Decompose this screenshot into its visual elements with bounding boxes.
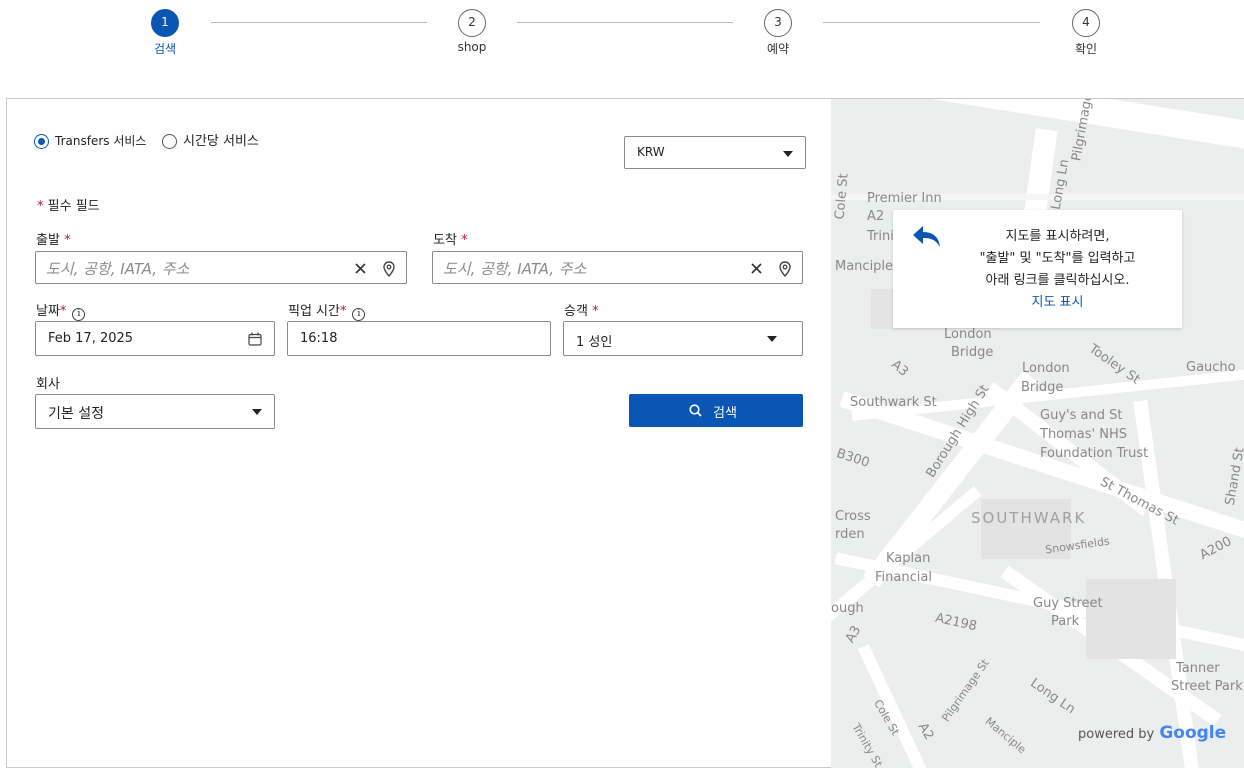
map-label: A200 — [1197, 533, 1235, 564]
map-label: Kaplan — [886, 551, 931, 566]
step-label: 검색 — [153, 42, 177, 56]
step-shop: 2 shop — [432, 9, 512, 54]
map-label: A3 — [888, 357, 911, 380]
map-label: ough — [831, 601, 864, 616]
step-connector — [823, 22, 1040, 23]
search-button-label: 검색 — [713, 406, 737, 421]
map-label: A2 — [914, 720, 937, 743]
origin-placeholder: 도시, 공항, IATA, 주소 — [46, 260, 190, 278]
step-number: 2 — [458, 9, 486, 37]
company-value: 기본 설정 — [48, 406, 104, 422]
google-logo: Google — [1159, 723, 1227, 743]
step-booking: 3 예약 — [738, 9, 818, 57]
step-number: 3 — [764, 9, 792, 37]
map-label: SOUTHWARK — [971, 509, 1087, 527]
step-connector — [517, 22, 733, 23]
info-icon[interactable]: i — [72, 308, 86, 321]
search-form-panel: Transfers 서비스 시간당 서비스 KRW * 필수 필드 출발 * 도… — [6, 98, 832, 768]
progress-stepper: 1 검색 2 shop 3 예약 4 확인 — [0, 0, 1244, 70]
step-label: 예약 — [766, 42, 790, 56]
location-pin-icon[interactable] — [383, 261, 395, 277]
map-label: Cole St — [832, 172, 852, 221]
map-label: Guy Street — [1033, 596, 1103, 611]
origin-label: 출발 * — [36, 233, 71, 248]
map-label: rden — [835, 527, 865, 542]
show-map-link[interactable]: 지도 표시 — [933, 291, 1182, 310]
map-label: Park — [1051, 614, 1080, 629]
passengers-value: 1 성인 — [576, 335, 613, 350]
map-label: Trinity St — [849, 721, 885, 768]
map-label: Southwark St — [850, 395, 937, 410]
map-label: Financial — [875, 570, 932, 585]
required-asterisk: * — [37, 199, 44, 214]
map-label: Cross — [835, 509, 871, 524]
map-label: Gaucho — [1186, 360, 1236, 375]
pickup-time-input[interactable]: 16:18 — [287, 321, 551, 356]
chevron-down-icon — [783, 151, 793, 157]
chevron-down-icon — [767, 336, 777, 342]
powered-by-google: powered by Google — [1078, 723, 1227, 743]
map-info-card: 지도를 표시하려면, "출발" 및 "도착"를 입력하고 아래 링크를 클릭하십… — [893, 210, 1182, 328]
map-label: London — [944, 327, 992, 342]
map-label: Manciple — [982, 714, 1029, 757]
map-message: 지도를 표시하려면, "출발" 및 "도착"를 입력하고 아래 링크를 클릭하십… — [893, 225, 1182, 310]
hourly-radio[interactable] — [162, 134, 177, 149]
step-number: 1 — [151, 9, 179, 37]
step-label: 확인 — [1074, 42, 1098, 56]
map-label: Bridge — [951, 345, 994, 360]
map-label: A2198 — [933, 610, 979, 635]
map-label: Thomas' NHS — [1040, 427, 1127, 442]
search-button[interactable]: 검색 — [629, 394, 803, 427]
destination-label: 도착 * — [433, 233, 468, 248]
map-label: London — [1022, 361, 1070, 376]
map-label: Foundation Trust — [1040, 446, 1149, 461]
passengers-select[interactable]: 1 성인 — [563, 321, 803, 356]
date-input[interactable]: Feb 17, 2025 — [35, 321, 275, 356]
map-label: Street Park — [1171, 679, 1243, 694]
step-label: shop — [457, 40, 487, 54]
map-label: B300 — [834, 446, 872, 471]
map-label: Long Ln — [1027, 675, 1078, 718]
clear-icon[interactable] — [355, 263, 366, 274]
map-label: Bridge — [1021, 380, 1064, 395]
map-label: Tanner — [1176, 661, 1220, 676]
step-number: 4 — [1072, 9, 1100, 37]
map-label: Manciple — [835, 259, 894, 274]
search-icon — [689, 404, 702, 417]
origin-input[interactable]: 도시, 공항, IATA, 주소 — [35, 251, 407, 284]
map-panel[interactable]: Premier Inn A2 Trinity St Manciple Cole … — [831, 98, 1244, 768]
chevron-down-icon — [252, 409, 262, 415]
currency-value: KRW — [637, 145, 665, 159]
step-confirm: 4 확인 — [1046, 9, 1126, 57]
step-search: 1 검색 — [125, 9, 205, 57]
map-label: Tooley St — [1085, 341, 1143, 388]
destination-input[interactable]: 도시, 공항, IATA, 주소 — [432, 251, 803, 284]
date-value: Feb 17, 2025 — [48, 331, 134, 346]
required-note: * 필수 필드 — [37, 199, 100, 214]
transfers-radio[interactable] — [34, 134, 49, 149]
pickup-time-label: 픽업 시간* i — [288, 300, 366, 321]
map-label: A3 — [842, 623, 865, 646]
transfers-label[interactable]: Transfers 서비스 — [55, 132, 146, 149]
clear-icon[interactable] — [751, 263, 762, 274]
destination-placeholder: 도시, 공항, IATA, 주소 — [443, 260, 587, 278]
company-select[interactable]: 기본 설정 — [35, 394, 275, 429]
company-label: 회사 — [36, 377, 60, 392]
map-label: Premier Inn — [867, 191, 942, 206]
currency-select[interactable]: KRW — [624, 136, 806, 169]
map-label: Shand St — [1222, 446, 1244, 507]
location-pin-icon[interactable] — [779, 261, 791, 277]
hourly-label[interactable]: 시간당 서비스 — [183, 130, 259, 149]
map-label: Guy's and St — [1040, 408, 1123, 423]
info-icon[interactable]: i — [352, 308, 366, 321]
pickup-time-value: 16:18 — [300, 331, 338, 346]
calendar-icon[interactable] — [248, 332, 262, 346]
map-label: A2 — [867, 209, 885, 224]
step-connector — [211, 22, 427, 23]
passengers-label: 승객 * — [564, 304, 599, 319]
date-label: 날짜* i — [36, 300, 86, 321]
map-label: Pilgrimage St — [939, 656, 992, 725]
